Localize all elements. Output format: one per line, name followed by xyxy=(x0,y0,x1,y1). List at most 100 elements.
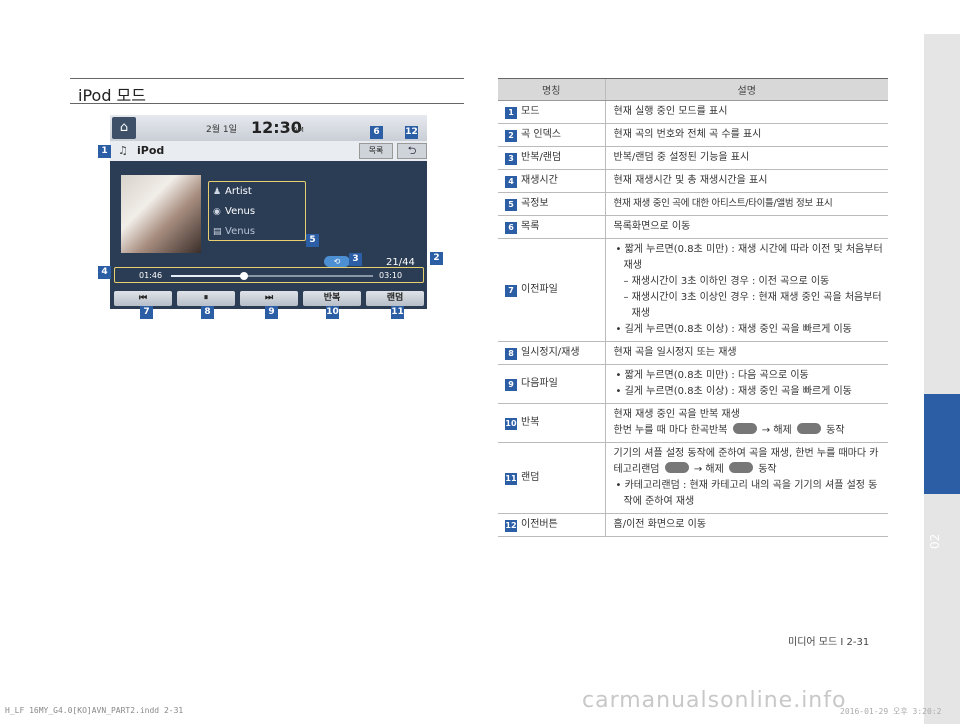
callout-badge: 10 xyxy=(326,306,339,319)
progress-knob[interactable] xyxy=(239,272,248,280)
album-title: Venus xyxy=(225,226,256,237)
date-label: 2월 1일 xyxy=(206,125,237,135)
repeat-indicator-icon: ⟲ xyxy=(324,256,350,267)
row-desc: 현재 곡을 일시정지 또는 재생 xyxy=(604,341,888,365)
desc-line: 현재 실행 중인 모드를 표시 xyxy=(613,106,728,117)
next-button[interactable]: ⏭ xyxy=(240,291,298,306)
callout-badge: 6 xyxy=(370,126,383,139)
list-button[interactable]: 목록 xyxy=(359,143,393,159)
desc-line: • 짧게 누르면(0.8초 미만) : 재생 시간에 따라 이전 및 처음부터 … xyxy=(615,244,883,271)
desc-text: 동작 xyxy=(826,425,845,436)
row-number-badge: 12 xyxy=(505,520,517,532)
row-name: 6 목록 xyxy=(498,215,605,239)
row-number-badge: 11 xyxy=(505,473,517,485)
desc-text: → 해제 xyxy=(693,464,724,475)
artist-name: Artist xyxy=(225,186,252,197)
print-timestamp: 2016-01-29 오후 3:20:2 xyxy=(840,707,942,716)
music-file-icon: ♫ xyxy=(118,144,128,157)
desc-line: 현재 재생시간 및 총 재생시간을 표시 xyxy=(613,175,768,186)
table-row: 3 반복/랜덤 반복/랜덤 중 설정된 기능을 표시 xyxy=(498,146,888,170)
total-time: 03:10 xyxy=(379,271,403,280)
table-row: 1 모드 현재 실행 중인 모드를 표시 xyxy=(498,100,888,124)
row-desc: • 짧게 누르면(0.8초 미만) : 다음 곡으로 이동 • 길게 누르면(0… xyxy=(604,364,888,404)
row-label: 재생시간 xyxy=(521,175,558,186)
progress-fill xyxy=(171,275,244,277)
desc-line: • 카테고리랜덤 : 현재 카테고리 내의 곡을 기기의 셔플 설정 동작에 준… xyxy=(615,480,878,507)
row-number-badge: 7 xyxy=(505,285,517,297)
callout-badge: 11 xyxy=(391,306,404,319)
desc-line: 현재 곡의 번호와 전체 곡 수를 표시 xyxy=(613,129,762,140)
row-label: 다음파일 xyxy=(521,378,558,389)
progress-area: 01:46 03:10 xyxy=(114,267,424,283)
row-number-badge: 4 xyxy=(505,176,517,188)
desc-line: 홈/이전 화면으로 이동 xyxy=(613,519,707,530)
table-row: 6 목록 목록화면으로 이동 xyxy=(498,215,888,239)
callout-badge: 5 xyxy=(306,234,319,247)
shuffle-button[interactable]: 랜덤 xyxy=(366,291,424,306)
callout-badge: 7 xyxy=(140,306,153,319)
desc-line: 반복/랜덤 중 설정된 기능을 표시 xyxy=(613,152,750,163)
row-desc: 현재 재생시간 및 총 재생시간을 표시 xyxy=(604,169,888,193)
album-row: ▤ Venus xyxy=(213,226,255,237)
song-title: Venus xyxy=(225,206,256,217)
table-row: 9 다음파일 • 짧게 누르면(0.8초 미만) : 다음 곡으로 이동 • 길게… xyxy=(498,364,888,404)
row-number-badge: 8 xyxy=(505,348,517,360)
row-name: 1 모드 xyxy=(498,100,605,124)
row-number-badge: 1 xyxy=(505,107,517,119)
row-number-badge: 6 xyxy=(505,222,517,234)
desc-line: 한번 누를 때 마다 한곡반복 → 해제 동작 xyxy=(614,423,885,439)
row-number-badge: 5 xyxy=(505,199,517,211)
desc-line: 목록화면으로 이동 xyxy=(613,221,691,232)
table-row: 10 반복 현재 재생 중인 곡을 반복 재생 한번 누를 때 마다 한곡반복 →… xyxy=(498,403,888,443)
previous-button[interactable]: ⏮ xyxy=(114,291,172,306)
callout-badge: 9 xyxy=(265,306,278,319)
home-icon[interactable]: ⌂ xyxy=(112,117,136,139)
callout-badge: 12 xyxy=(405,126,418,139)
table-row: 11 랜덤 기기의 셔플 설정 동작에 준하여 곡을 재생, 한번 누를 때마다 … xyxy=(498,442,888,514)
desc-line: • 길게 누르면(0.8초 이상) : 재생 중인 곡을 빠르게 이동 xyxy=(615,324,852,335)
watermark: carmanualsonline.info xyxy=(582,688,847,713)
print-footer: H_LF 16MY_G4.0[KO]AVN_PART2.indd 2-31 xyxy=(5,706,184,715)
desc-text: → 해제 xyxy=(761,425,792,436)
repeat-button[interactable]: 반복 xyxy=(303,291,361,306)
row-desc: 반복/랜덤 중 설정된 기능을 표시 xyxy=(604,146,888,170)
row-label: 모드 xyxy=(521,106,540,117)
table-row: 5 곡정보 현재 재생 중인 곡에 대한 아티스트/타이틀/앨범 정보 표시 xyxy=(498,192,888,216)
header-name: 명칭 xyxy=(498,78,605,101)
callout-badge: 3 xyxy=(349,253,362,266)
desc-line: • 짧게 누르면(0.8초 미만) : 다음 곡으로 이동 xyxy=(615,370,809,381)
pause-button[interactable]: ⏸ xyxy=(177,291,235,306)
back-icon[interactable]: ⮌ xyxy=(397,143,427,159)
row-number-badge: 9 xyxy=(505,379,517,391)
row-desc: 현재 재생 중인 곡을 반복 재생 한번 누를 때 마다 한곡반복 → 해제 동… xyxy=(604,403,888,443)
table-row: 8 일시정지/재생 현재 곡을 일시정지 또는 재생 xyxy=(498,341,888,365)
callout-badge: 2 xyxy=(430,252,443,265)
progress-track[interactable] xyxy=(171,272,373,280)
row-label: 목록 xyxy=(521,221,540,232)
clock-ampm: AM xyxy=(293,126,304,134)
table-row: 4 재생시간 현재 재생시간 및 총 재생시간을 표시 xyxy=(498,169,888,193)
desc-line: – 재생시간이 3초 이하인 경우 : 이전 곡으로 이동 xyxy=(623,276,830,287)
row-name: 4 재생시간 xyxy=(498,169,605,193)
person-icon: ♟ xyxy=(213,187,222,197)
row-desc: 현재 실행 중인 모드를 표시 xyxy=(604,100,888,124)
row-label: 이전파일 xyxy=(521,284,558,295)
desc-line: 현재 재생 중인 곡에 대한 아티스트/타이틀/앨범 정보 표시 xyxy=(613,198,833,209)
table-row: 7 이전파일 • 짧게 누르면(0.8초 미만) : 재생 시간에 따라 이전 및… xyxy=(498,238,888,342)
row-desc: 기기의 셔플 설정 동작에 준하여 곡을 재생, 한번 누를 때마다 카테고리랜… xyxy=(604,442,888,514)
description-table: 명칭 설명 1 모드 현재 실행 중인 모드를 표시 2 곡 인덱스 현재 곡의 번… xyxy=(498,78,888,537)
row-name: 12 이전버튼 xyxy=(498,513,605,537)
table-row: 2 곡 인덱스 현재 곡의 번호와 전체 곡 수를 표시 xyxy=(498,123,888,147)
section-title: iPod 모드 xyxy=(78,86,146,105)
repeat-off-icon xyxy=(796,423,821,434)
row-number-badge: 10 xyxy=(505,418,517,430)
chapter-tab-active xyxy=(924,394,960,494)
album-art xyxy=(121,175,201,253)
repeat-one-icon xyxy=(732,423,757,434)
desc-text: 한번 누를 때 마다 한곡반복 xyxy=(613,425,728,436)
row-label: 곡정보 xyxy=(521,198,549,209)
shuffle-off-icon xyxy=(729,462,754,473)
ipod-screen: ⌂ 2월 1일 12:30 AM ♫ iPod 목록 ⮌ ♟ Artist ◉ Ve… xyxy=(110,115,427,309)
row-desc: 현재 재생 중인 곡에 대한 아티스트/타이틀/앨범 정보 표시 xyxy=(604,192,888,216)
row-name: 10 반복 xyxy=(498,403,605,443)
